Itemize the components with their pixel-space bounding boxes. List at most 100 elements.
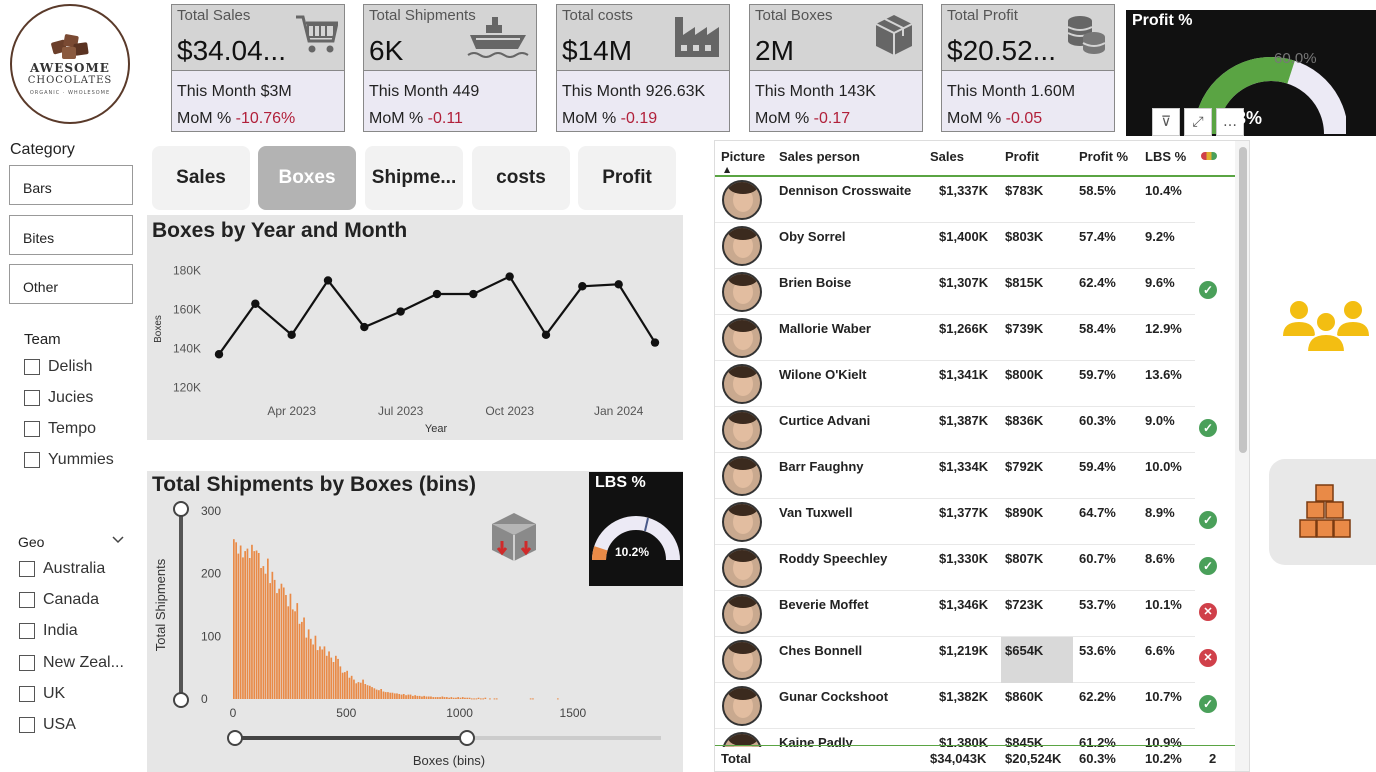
histogram-bar[interactable] <box>310 638 312 699</box>
histogram-bar[interactable] <box>402 694 405 699</box>
histogram-bar[interactable] <box>260 568 262 699</box>
geo-checkbox-usa[interactable]: USA <box>19 716 76 734</box>
histogram-bar[interactable] <box>477 697 480 699</box>
checkbox[interactable] <box>24 359 40 375</box>
histogram-bar[interactable] <box>430 696 432 700</box>
histogram-bar[interactable] <box>312 644 314 700</box>
histogram-bar[interactable] <box>276 593 278 699</box>
histogram-bar[interactable] <box>346 670 348 699</box>
geo-checkbox-india[interactable]: India <box>19 622 78 640</box>
checkbox[interactable] <box>19 717 35 733</box>
data-point[interactable] <box>287 330 296 340</box>
histogram-bar[interactable] <box>495 698 498 700</box>
table-row[interactable]: Mallorie Waber $1,266K $739K 58.4% 12.9% <box>715 315 1195 361</box>
histogram-bar[interactable] <box>244 551 246 699</box>
data-point[interactable] <box>432 289 442 299</box>
histogram-bar[interactable] <box>384 692 387 699</box>
data-point[interactable] <box>614 280 623 289</box>
histogram-bar[interactable] <box>455 697 457 699</box>
people-group-icon[interactable] <box>1283 298 1369 354</box>
histogram-bar[interactable] <box>239 545 242 700</box>
category-button-bars[interactable]: Bars <box>9 165 133 205</box>
histogram-bar[interactable] <box>446 697 448 699</box>
histogram-bar[interactable] <box>353 679 355 699</box>
histogram-bar[interactable] <box>482 698 484 700</box>
histogram-bar[interactable] <box>305 637 308 699</box>
histogram-bar[interactable] <box>434 697 437 699</box>
histogram-bar[interactable] <box>282 587 285 700</box>
histogram-bar[interactable] <box>382 691 385 700</box>
histogram-bar[interactable] <box>468 697 471 699</box>
chevron-down-icon[interactable] <box>112 536 124 544</box>
histogram-bar[interactable] <box>355 683 358 699</box>
histogram-bar[interactable] <box>407 694 410 699</box>
team-checkbox-jucies[interactable]: Jucies <box>24 389 93 407</box>
histogram-bar[interactable] <box>489 698 491 700</box>
table-row[interactable]: Ches Bonnell $1,219K $654K 53.6% 6.6% ✕ <box>715 637 1217 683</box>
table-row[interactable]: Barr Faughny $1,334K $792K 59.4% 10.0% <box>715 453 1195 499</box>
histogram-bar[interactable] <box>473 698 475 700</box>
histogram-bar[interactable] <box>251 544 253 699</box>
histogram-bar[interactable] <box>421 696 423 700</box>
column-header-profit[interactable]: Profit <box>1005 141 1039 175</box>
histogram-bar[interactable] <box>439 697 441 699</box>
histogram-bar[interactable] <box>267 558 269 699</box>
histogram-bar[interactable] <box>459 697 462 699</box>
histogram-bar[interactable] <box>303 617 305 700</box>
kpi-card-profit[interactable]: Total Profit $20.52... This Month 1.60M … <box>941 4 1115 132</box>
histogram-bar[interactable] <box>271 571 274 699</box>
table-row[interactable]: Curtice Advani $1,387K $836K 60.3% 9.0% ✓ <box>715 407 1217 453</box>
histogram-bar[interactable] <box>414 695 416 699</box>
histogram-bar[interactable] <box>246 548 249 699</box>
histogram-bar[interactable] <box>285 595 287 699</box>
histogram-bar[interactable] <box>325 655 328 699</box>
focus-icon[interactable]: ⤢ <box>1184 108 1212 136</box>
table-scrollbar[interactable] <box>1235 141 1249 771</box>
histogram-bar[interactable] <box>432 697 435 699</box>
histogram-bar[interactable] <box>484 697 487 699</box>
histogram-bar[interactable] <box>391 692 394 699</box>
histogram-bar[interactable] <box>400 694 403 699</box>
histogram-bar[interactable] <box>452 697 455 699</box>
geo-checkbox-uk[interactable]: UK <box>19 685 65 703</box>
histogram-bar[interactable] <box>457 697 459 699</box>
histogram-bar[interactable] <box>280 583 283 699</box>
team-checkbox-delish[interactable]: Delish <box>24 358 92 376</box>
checkbox[interactable] <box>24 452 40 468</box>
histogram-bar[interactable] <box>409 694 412 699</box>
category-button-other[interactable]: Other <box>9 264 133 304</box>
kpi-card-sales[interactable]: Total Sales $34.04... This Month $3M MoM… <box>171 4 345 132</box>
histogram-bar[interactable] <box>321 649 324 700</box>
kpi-card-costs[interactable]: Total costs $14M This Month 926.63K MoM … <box>556 4 730 132</box>
tab-profit[interactable]: Profit <box>578 146 676 210</box>
data-point[interactable] <box>505 272 514 281</box>
histogram-bar[interactable] <box>450 697 453 699</box>
table-row[interactable]: Van Tuxwell $1,377K $890K 64.7% 8.9% ✓ <box>715 499 1217 545</box>
checkbox[interactable] <box>19 623 35 639</box>
histogram-bar[interactable] <box>416 695 419 699</box>
histogram-bar[interactable] <box>257 553 260 699</box>
team-checkbox-yummies[interactable]: Yummies <box>24 451 114 469</box>
histogram-bar[interactable] <box>436 697 439 699</box>
histogram-bar[interactable] <box>423 695 425 699</box>
histogram-bar[interactable] <box>427 696 430 700</box>
table-row[interactable]: Oby Sorrel $1,400K $803K 57.4% 9.2% <box>715 223 1195 269</box>
checkbox[interactable] <box>19 655 35 671</box>
histogram-bar[interactable] <box>307 629 310 699</box>
data-point[interactable] <box>251 299 260 308</box>
table-row[interactable]: Gunar Cockshoot $1,382K $860K 62.2% 10.7% ✓ <box>715 683 1217 729</box>
histogram-bar[interactable] <box>273 579 276 699</box>
histogram-bar[interactable] <box>493 698 496 700</box>
histogram-bar[interactable] <box>557 698 559 700</box>
histogram-bar[interactable] <box>248 558 251 699</box>
histogram-bar[interactable] <box>294 611 296 699</box>
histogram-bar[interactable] <box>269 583 271 699</box>
data-point[interactable] <box>360 322 369 332</box>
profit-gauge-card[interactable]: Profit % 60.0% ⊽ ⤢ … 3% <box>1126 10 1376 136</box>
histogram-bar[interactable] <box>357 682 360 699</box>
kpi-card-shipments[interactable]: Total Shipments 6K This Month 449 MoM % … <box>363 4 537 132</box>
geo-checkbox-australia[interactable]: Australia <box>19 560 105 578</box>
histogram-bar[interactable] <box>364 684 367 699</box>
histogram-bar[interactable] <box>298 623 301 699</box>
y-range-handle-bottom[interactable] <box>173 692 189 708</box>
